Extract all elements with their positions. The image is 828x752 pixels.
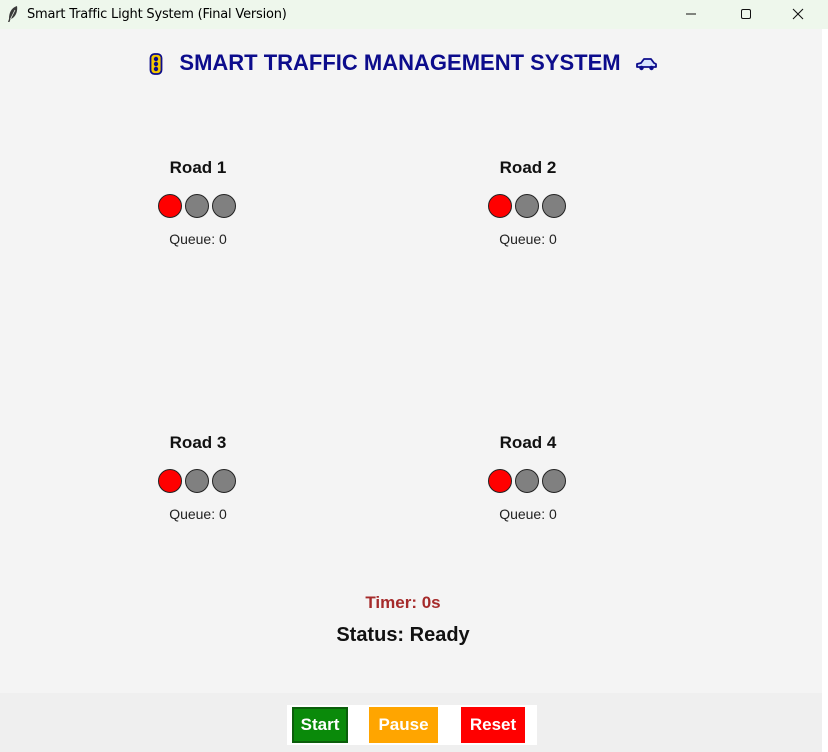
close-icon xyxy=(792,8,804,20)
page-title-text: SMART TRAFFIC MANAGEMENT SYSTEM xyxy=(179,50,621,75)
yellow-light xyxy=(515,194,539,218)
queue-count: Queue: 0 xyxy=(499,231,557,247)
green-light xyxy=(542,469,566,493)
queue-count: Queue: 0 xyxy=(169,231,227,247)
red-light xyxy=(488,469,512,493)
yellow-light xyxy=(185,469,209,493)
traffic-light-icon xyxy=(149,53,163,76)
window-edge xyxy=(822,29,828,752)
maximize-icon xyxy=(741,9,751,19)
minimize-icon xyxy=(686,13,696,15)
car-icon xyxy=(635,58,657,71)
page-title: SMART TRAFFIC MANAGEMENT SYSTEM xyxy=(0,50,806,76)
green-light xyxy=(542,194,566,218)
green-light xyxy=(212,469,236,493)
app-content: SMART TRAFFIC MANAGEMENT SYSTEM Road 1 Q… xyxy=(0,29,822,752)
road-name: Road 3 xyxy=(169,433,227,452)
red-light xyxy=(488,194,512,218)
yellow-light xyxy=(515,469,539,493)
road-name: Road 4 xyxy=(499,433,557,452)
traffic-light xyxy=(488,194,568,220)
start-button[interactable]: Start xyxy=(292,707,348,743)
feather-icon xyxy=(8,6,18,22)
status-label: Status: Ready xyxy=(336,624,470,646)
window-title-bar: Smart Traffic Light System (Final Versio… xyxy=(0,0,828,29)
red-light xyxy=(158,469,182,493)
road-name: Road 2 xyxy=(499,158,557,177)
timer-label: Timer: 0s xyxy=(365,593,441,612)
close-button[interactable] xyxy=(775,0,821,29)
traffic-light xyxy=(158,194,238,220)
window-title: Smart Traffic Light System (Final Versio… xyxy=(27,7,287,22)
road-name: Road 1 xyxy=(169,158,227,177)
red-light xyxy=(158,194,182,218)
traffic-light xyxy=(488,469,568,495)
queue-count: Queue: 0 xyxy=(169,506,227,522)
yellow-light xyxy=(185,194,209,218)
maximize-button[interactable] xyxy=(723,0,769,29)
green-light xyxy=(212,194,236,218)
traffic-light xyxy=(158,469,238,495)
control-bar: Start Pause Reset xyxy=(0,693,822,752)
pause-button[interactable]: Pause xyxy=(369,707,438,743)
queue-count: Queue: 0 xyxy=(499,506,557,522)
minimize-button[interactable] xyxy=(668,0,714,29)
reset-button[interactable]: Reset xyxy=(461,707,525,743)
